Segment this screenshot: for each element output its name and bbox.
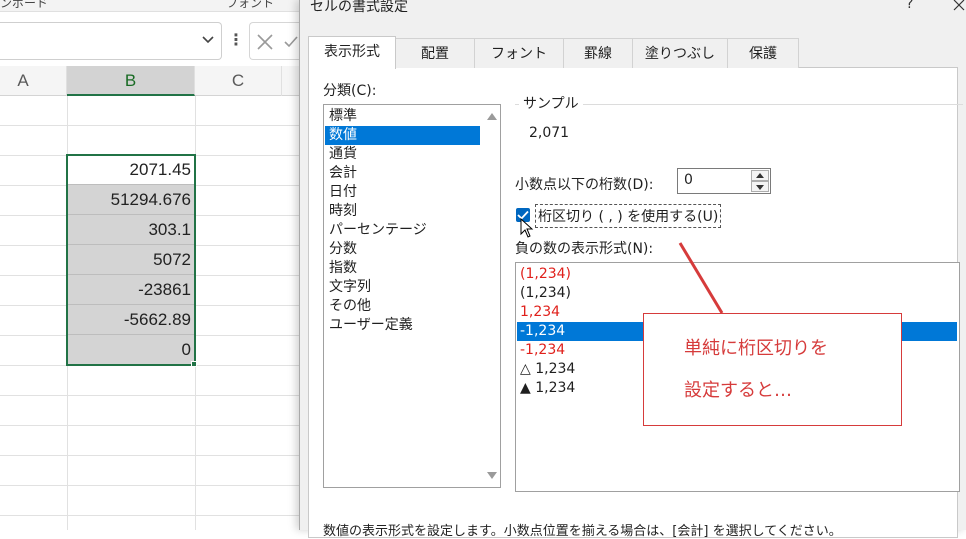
tab-alignment[interactable]: 配置 [395, 38, 475, 68]
scroll-down-icon[interactable] [487, 472, 497, 479]
column-header-b[interactable]: B [67, 66, 195, 96]
category-item[interactable]: 数値 [325, 126, 480, 145]
annotation-callout: 単純に桁区切りを 設定すると… [643, 313, 902, 426]
ribbon-fragment-font: フォント [226, 0, 275, 10]
thousands-separator-label[interactable]: 桁区切り ( , ) を使用する(U) [535, 204, 722, 228]
selected-range[interactable]: 2071.45 51294.676 303.1 5072 -23861 -566… [67, 155, 195, 365]
category-item[interactable]: 分数 [325, 240, 480, 259]
negative-format-label: 負の数の表示形式(N): [515, 241, 654, 257]
tab-fill[interactable]: 塗りつぶし [632, 38, 728, 68]
tab-number[interactable]: 表示形式 [308, 36, 396, 69]
category-item[interactable]: 日付 [325, 183, 480, 202]
category-list[interactable]: 標準 数値 通貨 会計 日付 時刻 パーセンテージ 分数 指数 文字列 その他 … [323, 104, 501, 488]
negative-format-item[interactable]: (1,234) [517, 284, 957, 303]
more-options-icon[interactable]: ⋮ [228, 31, 244, 51]
formula-cancel-button[interactable] [249, 22, 300, 60]
tab-protection[interactable]: 保護 [727, 38, 799, 68]
category-item[interactable]: 通貨 [325, 145, 480, 164]
column-header-c[interactable]: C [195, 66, 282, 96]
cell[interactable]: -5662.89 [67, 305, 195, 335]
number-format-panel: 分類(C): 標準 数値 通貨 会計 日付 時刻 パーセンテージ 分数 指数 文… [308, 68, 963, 539]
category-item[interactable]: その他 [325, 297, 480, 316]
close-icon[interactable] [951, 0, 966, 14]
ribbon-fragment-clipboard: ンポード [0, 0, 49, 10]
cell[interactable]: 303.1 [67, 215, 195, 245]
mouse-cursor-icon [520, 218, 534, 238]
sample-value: 2,071 [529, 125, 570, 141]
ribbon-strip: ンポード フォント [0, 0, 300, 12]
cell[interactable]: 2071.45 [67, 155, 195, 185]
excel-sheet: ンポード フォント ⋮ A B C 2071.45 51294.676 303.… [0, 0, 300, 530]
decimal-places-value[interactable]: 0 [684, 172, 693, 188]
category-item[interactable]: ユーザー定義 [325, 316, 480, 335]
category-item[interactable]: 時刻 [325, 202, 480, 221]
name-box[interactable] [0, 22, 222, 60]
category-item[interactable]: 指数 [325, 259, 480, 278]
decimal-places-spinner[interactable]: 0 [677, 168, 771, 194]
cell[interactable]: 51294.676 [67, 185, 195, 215]
category-item[interactable]: 標準 [325, 107, 480, 126]
category-item[interactable]: 会計 [325, 164, 480, 183]
format-cells-dialog: セルの書式設定 ? 表示形式 配置 フォント 罫線 塗りつぶし 保護 分類(C)… [299, 0, 966, 539]
column-headers: A B C [0, 66, 300, 96]
sample-group: サンプル 2,071 [515, 93, 963, 160]
help-button[interactable]: ? [906, 0, 913, 12]
chevron-down-icon[interactable] [201, 32, 215, 46]
sample-label: サンプル [519, 93, 583, 113]
category-label: 分類(C): [323, 83, 377, 99]
spin-up-button[interactable] [751, 170, 769, 181]
cell[interactable]: 5072 [67, 245, 195, 275]
formula-bar: ⋮ [0, 22, 300, 62]
checkmark-icon [284, 36, 298, 48]
decimal-places-label: 小数点以下の桁数(D): [515, 177, 654, 193]
tab-bar: 表示形式 配置 フォント 罫線 塗りつぶし 保護 [308, 36, 958, 69]
annotation-line-1: 単純に桁区切りを [684, 338, 828, 359]
cell[interactable]: -23861 [67, 275, 195, 305]
column-header-a[interactable]: A [0, 66, 67, 96]
fill-handle[interactable] [191, 361, 197, 367]
close-icon [257, 34, 273, 50]
tab-border[interactable]: 罫線 [563, 38, 633, 68]
category-item[interactable]: 文字列 [325, 278, 480, 297]
cell[interactable]: 0 [67, 335, 195, 365]
spin-down-button[interactable] [751, 181, 769, 192]
negative-format-item[interactable]: (1,234) [517, 265, 957, 284]
annotation-line-2: 設定すると… [684, 380, 792, 401]
category-item[interactable]: パーセンテージ [325, 221, 480, 240]
scroll-up-icon[interactable] [487, 113, 497, 120]
dialog-title: セルの書式設定 [310, 0, 408, 15]
tab-font[interactable]: フォント [474, 38, 564, 68]
category-scrollbar[interactable] [482, 105, 500, 487]
